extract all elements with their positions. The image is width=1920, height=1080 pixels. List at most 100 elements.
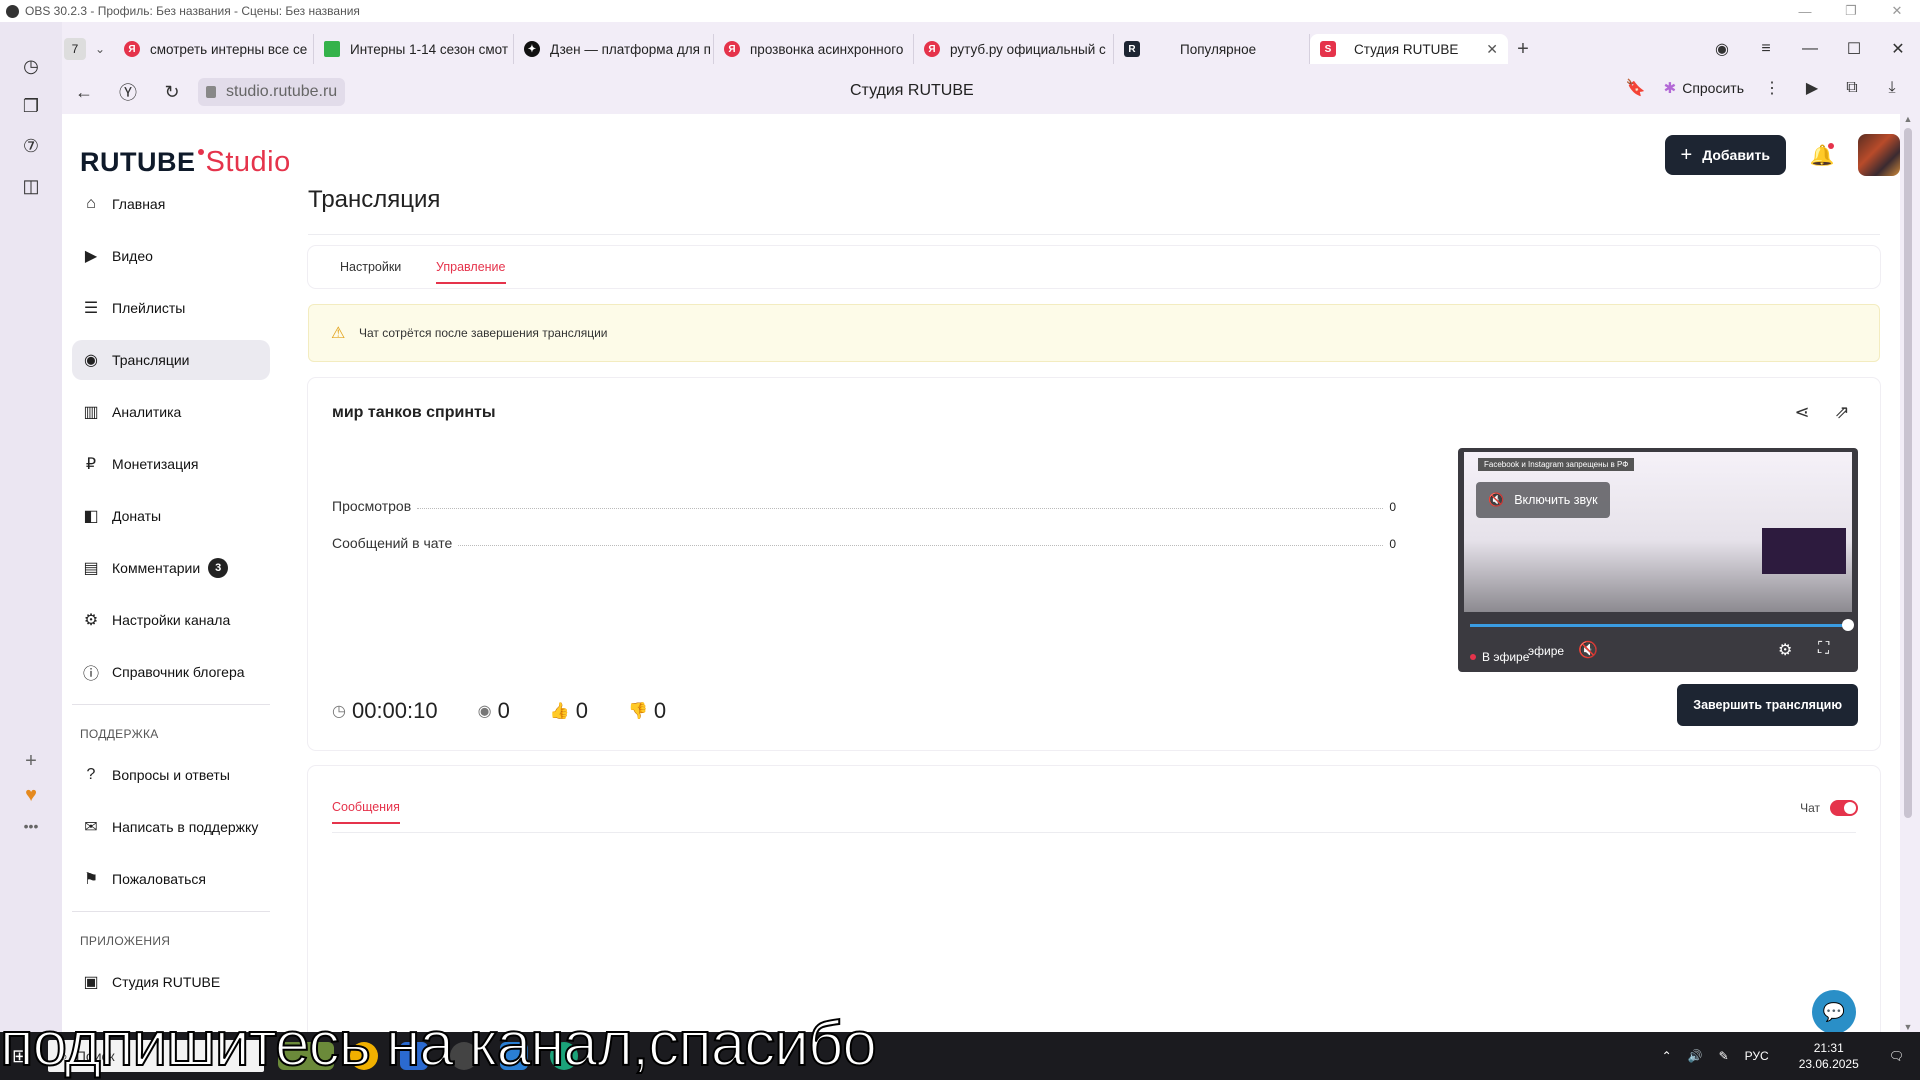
more-icon[interactable]: ••• — [0, 818, 62, 834]
tab-6-active[interactable]: S Студия RUTUBE ✕ — [1310, 34, 1508, 64]
alice-icon: ✱ — [1663, 80, 1677, 97]
sidebar-item-playlists[interactable]: ☰ Плейлисты — [72, 288, 270, 328]
page-scrollbar[interactable]: ▲ ▼ — [1900, 114, 1916, 1032]
thumbs-down-icon: 👎 — [628, 703, 648, 720]
tab-4[interactable]: Ярутуб.ру официальный с — [914, 34, 1114, 64]
notifications-bell-icon[interactable]: 🔔 — [1808, 141, 1836, 169]
video-translate-icon[interactable]: ▶ — [1792, 78, 1832, 98]
tab-count-button[interactable]: 7 — [64, 38, 86, 60]
profile-icon[interactable]: ◉ — [1700, 39, 1744, 59]
rutube-studio-logo[interactable]: RUTUBE Studio — [80, 146, 291, 179]
chat-divider — [332, 832, 1856, 833]
fullscreen-icon[interactable]: ⛶ — [1818, 640, 1829, 658]
analytics-icon: ▥ — [83, 404, 99, 421]
player-progress-bar[interactable] — [1470, 624, 1850, 627]
collections-icon[interactable]: ❐ — [0, 86, 62, 126]
maximize-icon[interactable]: ☐ — [1832, 39, 1876, 59]
tab-label: Студия RUTUBE — [1354, 41, 1459, 57]
minimize-icon[interactable]: — — [1782, 0, 1828, 22]
bookmark-icon[interactable]: 🔖 — [1616, 78, 1656, 98]
close-icon[interactable]: ✕ — [1874, 0, 1920, 22]
tab-1[interactable]: Интерны 1-14 сезон смот — [314, 34, 514, 64]
player-settings-icon[interactable]: ⚙ — [1778, 640, 1792, 660]
sidebar-item-monetization[interactable]: ₽ Монетизация — [72, 444, 270, 484]
sidebar-item-contact-support[interactable]: ✉ Написать в поддержку — [72, 807, 270, 847]
open-external-icon[interactable]: ⇗ — [1822, 402, 1862, 423]
sidebar-item-broadcasts[interactable]: ◉ Трансляции — [72, 340, 270, 380]
scroll-thumb[interactable] — [1904, 128, 1912, 818]
volume-icon[interactable]: 🔊 — [1688, 1049, 1703, 1063]
share-icon[interactable]: ⋖ — [1782, 402, 1822, 423]
tab-management[interactable]: Управление — [436, 260, 506, 284]
tab-3[interactable]: Япрозвонка асинхронного — [714, 34, 914, 64]
download-icon[interactable]: ⤓ — [1872, 79, 1912, 97]
menu-icon[interactable]: ≡ — [1744, 40, 1788, 58]
close-tab-icon[interactable]: ✕ — [1486, 41, 1498, 58]
sidebar-item-video[interactable]: ▶ Видео — [72, 236, 270, 276]
tab-bar: 7 ⌄ Ясмотреть интерны все се Интерны 1-1… — [62, 30, 1920, 68]
sidebar-item-donates[interactable]: ◧ Донаты — [72, 496, 270, 536]
sidebar-item-label: Пожаловаться — [112, 871, 207, 887]
notification-center-icon[interactable]: 🗨 — [1889, 1049, 1904, 1063]
more-vertical-icon[interactable]: ⋮ — [1752, 78, 1792, 98]
counter-seven-icon[interactable]: ⑦ — [0, 126, 62, 166]
donate-icon: ◧ — [83, 508, 99, 525]
extensions-icon[interactable]: ⧉ — [1832, 79, 1872, 97]
question-icon: ? — [86, 766, 96, 783]
heart-app-icon[interactable]: ♥ — [0, 784, 62, 807]
chat-toggle[interactable] — [1830, 800, 1858, 816]
logo-studio-text: Studio — [205, 146, 291, 178]
add-button[interactable]: + Добавить — [1664, 135, 1786, 175]
restore-icon[interactable]: ❐ — [1828, 0, 1874, 22]
screenshot-icon[interactable]: ◫ — [0, 166, 62, 206]
close-icon[interactable]: ✕ — [1876, 39, 1920, 59]
tab-0[interactable]: Ясмотреть интерны все се — [114, 34, 314, 64]
live-player[interactable]: Facebook и Instagram запрещены в РФ 🔇 Вкл… — [1458, 448, 1858, 672]
minimize-icon[interactable]: — — [1788, 40, 1832, 58]
unmute-button[interactable]: 🔇 Включить звук — [1476, 482, 1610, 518]
tab-label: Дзен — платформа для п — [550, 41, 711, 57]
metric-viewers: ◉ 0 — [478, 698, 510, 724]
sidebar-item-report[interactable]: ⚑ Пожаловаться — [72, 859, 270, 899]
flag-icon: ⚑ — [83, 871, 99, 888]
clock[interactable]: 21:31 23.06.2025 — [1791, 1040, 1867, 1072]
address-bar-actions: 🔖 ✱ Спросить ⋮ ▶ ⧉ ⤓ — [1616, 78, 1912, 98]
language-indicator[interactable]: РУС — [1745, 1049, 1769, 1063]
sidebar-item-faq[interactable]: ? Вопросы и ответы — [72, 755, 270, 795]
back-icon[interactable]: ← — [62, 82, 106, 103]
logo-main-text: RUTUBE — [80, 147, 196, 177]
chevron-down-icon[interactable]: ⌄ — [86, 42, 114, 56]
history-icon[interactable]: ◷ — [0, 46, 62, 86]
sidebar-item-comments[interactable]: ▤ Комментарии 3 — [72, 548, 270, 588]
sidebar-item-studio-app[interactable]: ▣ Студия RUTUBE — [72, 962, 270, 1002]
player-mute-icon[interactable]: 🔇 — [1578, 640, 1598, 660]
yandex-home-icon[interactable]: Ⓨ — [106, 79, 150, 105]
support-chat-button[interactable]: 💬 — [1812, 990, 1856, 1032]
scroll-up-icon[interactable]: ▲ — [1900, 114, 1916, 124]
obs-title-bar: OBS 30.2.3 - Профиль: Без названия - Сце… — [0, 0, 1920, 22]
sidebar-item-channel-settings[interactable]: ⚙ Настройки канала — [72, 600, 270, 640]
player-progress-knob[interactable] — [1842, 619, 1854, 631]
tab-settings[interactable]: Настройки — [340, 260, 401, 274]
tab-5[interactable]: R Популярное — [1114, 34, 1310, 64]
url-field[interactable]: studio.rutube.ru — [198, 78, 346, 106]
add-button-label: Добавить — [1702, 147, 1770, 163]
sidebar-item-home[interactable]: ⌂ Главная — [72, 184, 270, 224]
scroll-down-icon[interactable]: ▼ — [1900, 1022, 1916, 1032]
stat-label: Сообщений в чате — [332, 535, 453, 551]
stat-value: 0 — [1389, 500, 1396, 514]
end-broadcast-button[interactable]: Завершить трансляцию — [1677, 684, 1858, 726]
tab-messages[interactable]: Сообщения — [332, 800, 400, 824]
tray-chevron-up-icon[interactable]: ⌃ — [1662, 1049, 1672, 1063]
avatar[interactable] — [1858, 134, 1900, 176]
stat-value: 0 — [1389, 537, 1396, 551]
muted-speaker-icon: 🔇 — [1488, 492, 1505, 507]
ask-button[interactable]: ✱ Спросить — [1656, 79, 1752, 97]
reload-icon[interactable]: ↻ — [150, 82, 194, 103]
sidebar-item-analytics[interactable]: ▥ Аналитика — [72, 392, 270, 432]
add-panel-icon[interactable]: + — [0, 750, 62, 773]
pen-icon[interactable]: ✎ — [1719, 1049, 1729, 1063]
tab-2[interactable]: ✦ Дзен — платформа для п — [514, 34, 714, 64]
new-tab-button[interactable]: + — [1508, 38, 1538, 61]
sidebar-item-blogger-guide[interactable]: ⓘ Справочник блогера — [72, 652, 270, 692]
